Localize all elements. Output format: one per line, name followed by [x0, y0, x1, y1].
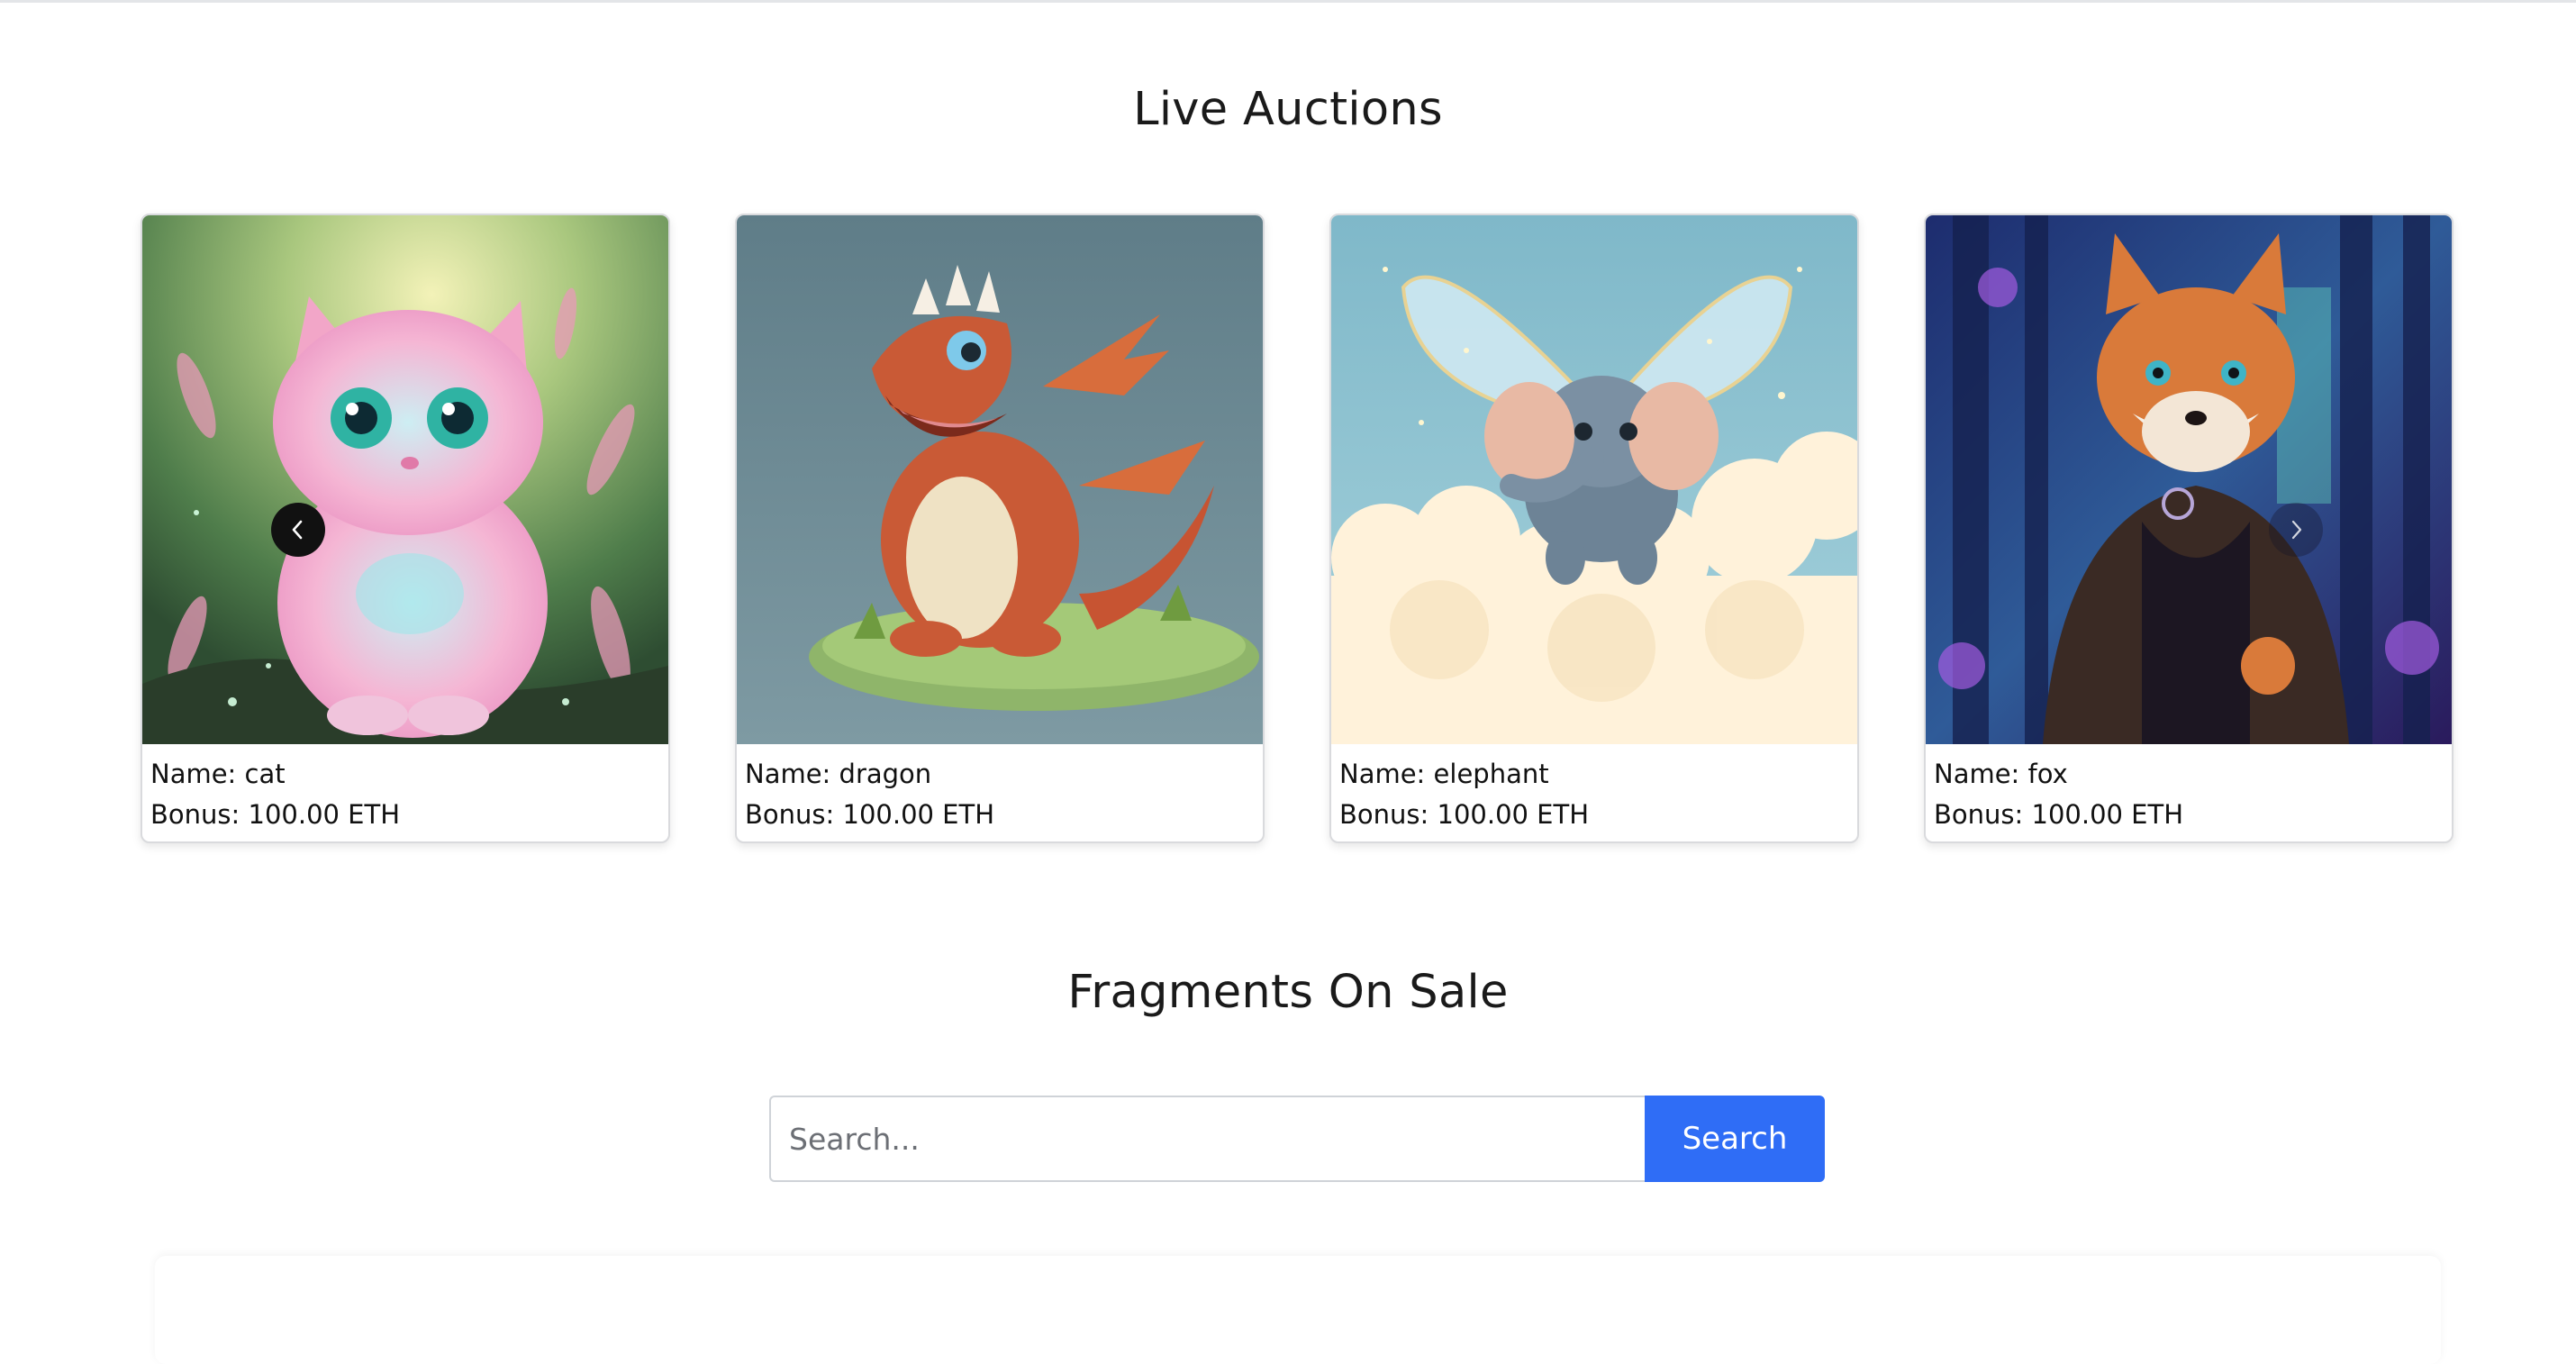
fragments-list-panel	[155, 1256, 2441, 1364]
auction-name: Name: elephant	[1339, 759, 1549, 789]
auction-card-cat[interactable]: Name: cat Bonus: 100.00 ETH	[141, 214, 670, 843]
auction-card-elephant[interactable]: Name: elephant Bonus: 100.00 ETH	[1329, 214, 1859, 843]
auction-card-info: Name: fox Bonus: 100.00 ETH	[1934, 754, 2183, 835]
dragon-image	[737, 215, 1263, 744]
auction-bonus: Bonus: 100.00 ETH	[1934, 799, 2184, 830]
live-auctions-carousel: Name: cat Bonus: 100.00 ETH Name: dragon…	[141, 214, 2455, 844]
auction-card-dragon[interactable]: Name: dragon Bonus: 100.00 ETH	[735, 214, 1265, 843]
auction-name: Name: dragon	[745, 759, 932, 789]
auction-card-info: Name: dragon Bonus: 100.00 ETH	[745, 754, 994, 835]
chevron-right-icon	[2291, 520, 2302, 540]
fox-image	[1926, 215, 2452, 744]
auction-card-fox[interactable]: Name: fox Bonus: 100.00 ETH	[1924, 214, 2454, 843]
search-button[interactable]: Search	[1645, 1096, 1825, 1182]
chevron-left-icon	[292, 520, 303, 540]
auction-name: Name: cat	[150, 759, 286, 789]
auction-name: Name: fox	[1934, 759, 2068, 789]
top-divider	[0, 0, 2576, 3]
auction-bonus: Bonus: 100.00 ETH	[745, 799, 995, 830]
fragments-on-sale-title: Fragments On Sale	[1067, 966, 1509, 1019]
auction-card-info: Name: cat Bonus: 100.00 ETH	[150, 754, 400, 835]
elephant-image	[1331, 215, 1857, 744]
auction-bonus: Bonus: 100.00 ETH	[150, 799, 401, 830]
carousel-next-button[interactable]	[2269, 503, 2323, 557]
auction-card-info: Name: elephant Bonus: 100.00 ETH	[1339, 754, 1589, 835]
auction-bonus: Bonus: 100.00 ETH	[1339, 799, 1590, 830]
search-bar: Search	[769, 1096, 1825, 1182]
live-auctions-title: Live Auctions	[1133, 83, 1443, 136]
carousel-prev-button[interactable]	[271, 503, 325, 557]
search-input[interactable]	[769, 1096, 1645, 1182]
cat-image	[142, 215, 668, 744]
